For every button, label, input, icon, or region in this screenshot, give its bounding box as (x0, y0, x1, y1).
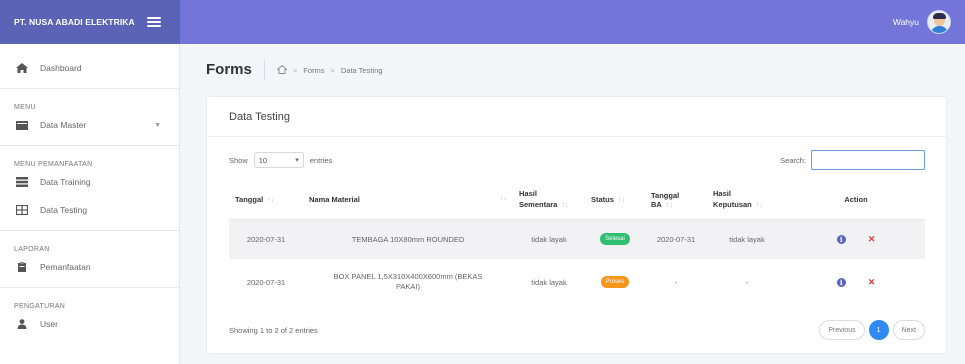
user-icon (16, 319, 28, 329)
page-1-button[interactable]: 1 (868, 320, 889, 340)
pagination: Previous 1 Next (819, 320, 925, 340)
cell-hasil-keputusan: - (707, 259, 787, 305)
brand-area: PT. NUSA ABADI ELEKTRIKA (0, 0, 180, 44)
divider (0, 287, 179, 288)
sort-icon: ↑↓ (665, 201, 673, 209)
home-icon[interactable] (276, 64, 288, 76)
table-row: 2020-07-31 TEMBAGA 10X80mm ROUNDED tidak… (229, 219, 925, 259)
breadcrumb: > Forms > Data Testing (276, 64, 383, 76)
main-content: Forms > Forms > Data Testing Data Testin… (180, 44, 965, 364)
user-name[interactable]: Wahyu (893, 17, 919, 27)
show-label: Show (229, 155, 248, 165)
cell-nama-material: TEMBAGA 10X80mm ROUNDED (303, 219, 513, 259)
folder-icon (16, 120, 28, 130)
brand-name: PT. NUSA ABADI ELEKTRIKA (14, 17, 135, 27)
info-icon[interactable]: i (836, 234, 846, 244)
clipboard-icon (16, 262, 28, 272)
sort-icon: ↑↓ (500, 195, 507, 203)
column-header-tanggal-ba[interactable]: Tanggal BA ↑↓ (645, 181, 707, 220)
page-header: Forms > Forms > Data Testing (180, 44, 965, 96)
table-toolbar: Show 10 ▾ entries Search: (229, 150, 925, 170)
cell-tanggal-ba: 2020-07-31 (645, 219, 707, 259)
cell-nama-material: BOX PANEL 1,5X310X400X600mm (BEKAS PAKAI… (303, 259, 513, 305)
breadcrumb-separator: > (330, 65, 335, 75)
table-footer: Showing 1 to 2 of 2 entries Previous 1 N… (229, 319, 925, 341)
previous-button[interactable]: Previous (819, 320, 865, 340)
cell-status: Proses (585, 259, 645, 305)
divider (0, 230, 179, 231)
sidebar: Dashboard MENU Data Master ▼ MENU PEMANF… (0, 44, 180, 364)
cell-action: i ✕ (787, 259, 925, 305)
column-header-nama-material[interactable]: Nama Material ↑↓ (303, 181, 513, 220)
delete-icon[interactable]: ✕ (868, 277, 876, 287)
status-badge: Selesai (600, 233, 630, 246)
sidebar-item-data-training[interactable]: Data Training (0, 168, 179, 196)
search-area: Search: (780, 150, 925, 170)
card-title: Data Testing (207, 97, 946, 137)
column-header-tanggal[interactable]: Tanggal ↑↓ (229, 181, 303, 220)
table-row: 2020-07-31 BOX PANEL 1,5X310X400X600mm (… (229, 259, 925, 305)
status-badge: Proses (600, 276, 630, 288)
menu-toggle-icon[interactable] (146, 17, 161, 27)
column-header-action: Action (787, 181, 925, 220)
page-title: Forms (206, 60, 265, 80)
entries-select[interactable]: 10 ▾ (253, 152, 304, 168)
cell-tanggal: 2020-07-31 (229, 259, 303, 305)
info-icon[interactable]: i (836, 277, 846, 287)
section-heading-pemanfaatan: MENU PEMANFAATAN (14, 161, 93, 168)
list-icon (16, 177, 28, 187)
sidebar-item-pemanfaatan[interactable]: Pemanfaatan (0, 253, 179, 281)
sidebar-item-label: Data Training (40, 177, 91, 187)
column-header-status[interactable]: Status ↑↓ (585, 181, 645, 220)
column-header-hasil-sementara[interactable]: Hasil Sementara ↑↓ (513, 181, 585, 220)
sidebar-item-label: User (40, 319, 58, 329)
entries-info: Showing 1 to 2 of 2 entries (229, 325, 318, 335)
breadcrumb-forms[interactable]: Forms (303, 66, 324, 75)
top-bar: PT. NUSA ABADI ELEKTRIKA Wahyu (0, 0, 965, 44)
cell-hasil-sementara: tidak layak (513, 259, 585, 305)
table-icon (16, 205, 28, 215)
sidebar-item-label: Pemanfaatan (40, 262, 91, 272)
column-header-hasil-keputusan[interactable]: Hasil Keputusan ↑↓ (707, 181, 787, 220)
chevron-down-icon: ▼ (154, 121, 161, 129)
sidebar-item-label: Data Testing (40, 205, 88, 215)
sort-icon: ↑↓ (267, 197, 275, 205)
sort-icon: ↑↓ (561, 202, 569, 210)
cell-tanggal: 2020-07-31 (229, 219, 303, 259)
chevron-down-icon: ▾ (295, 157, 299, 164)
sidebar-item-label: Data Master (40, 120, 87, 130)
search-label: Search: (780, 155, 806, 165)
search-input[interactable] (811, 150, 925, 170)
sidebar-item-dashboard[interactable]: Dashboard (0, 54, 179, 82)
cell-tanggal-ba: - (645, 259, 707, 305)
section-heading-pengaturan: PENGATURAN (14, 303, 66, 310)
entries-label: entries (309, 155, 333, 165)
sort-icon: ↑↓ (617, 197, 625, 205)
sidebar-item-data-testing[interactable]: Data Testing (0, 196, 179, 224)
divider (0, 88, 179, 89)
avatar[interactable] (927, 10, 951, 34)
cell-hasil-keputusan: tidak layak (707, 219, 787, 259)
navbar: Wahyu (180, 0, 965, 44)
sidebar-item-data-master[interactable]: Data Master ▼ (0, 111, 179, 139)
cell-hasil-sementara: tidak layak (513, 219, 585, 259)
section-heading-menu: MENU (14, 104, 36, 111)
sort-icon: ↑↓ (755, 202, 763, 210)
sidebar-item-label: Dashboard (40, 63, 82, 73)
next-button[interactable]: Next (892, 320, 925, 340)
breadcrumb-separator: > (292, 65, 298, 75)
breadcrumb-data-testing: Data Testing (340, 65, 383, 75)
sidebar-item-user[interactable]: User (0, 310, 179, 338)
section-heading-laporan: LAPORAN (14, 246, 50, 253)
cell-action: i ✕ (787, 219, 925, 259)
data-table: Tanggal ↑↓ Nama Material ↑↓ Hasil Sementara… (229, 181, 925, 305)
home-icon (16, 63, 28, 73)
divider (0, 145, 179, 146)
cell-status: Selesai (585, 219, 645, 259)
delete-icon[interactable]: ✕ (868, 234, 876, 244)
entries-value: 10 (258, 155, 268, 165)
data-testing-card: Data Testing Show 10 ▾ entries Search: T… (206, 96, 947, 354)
